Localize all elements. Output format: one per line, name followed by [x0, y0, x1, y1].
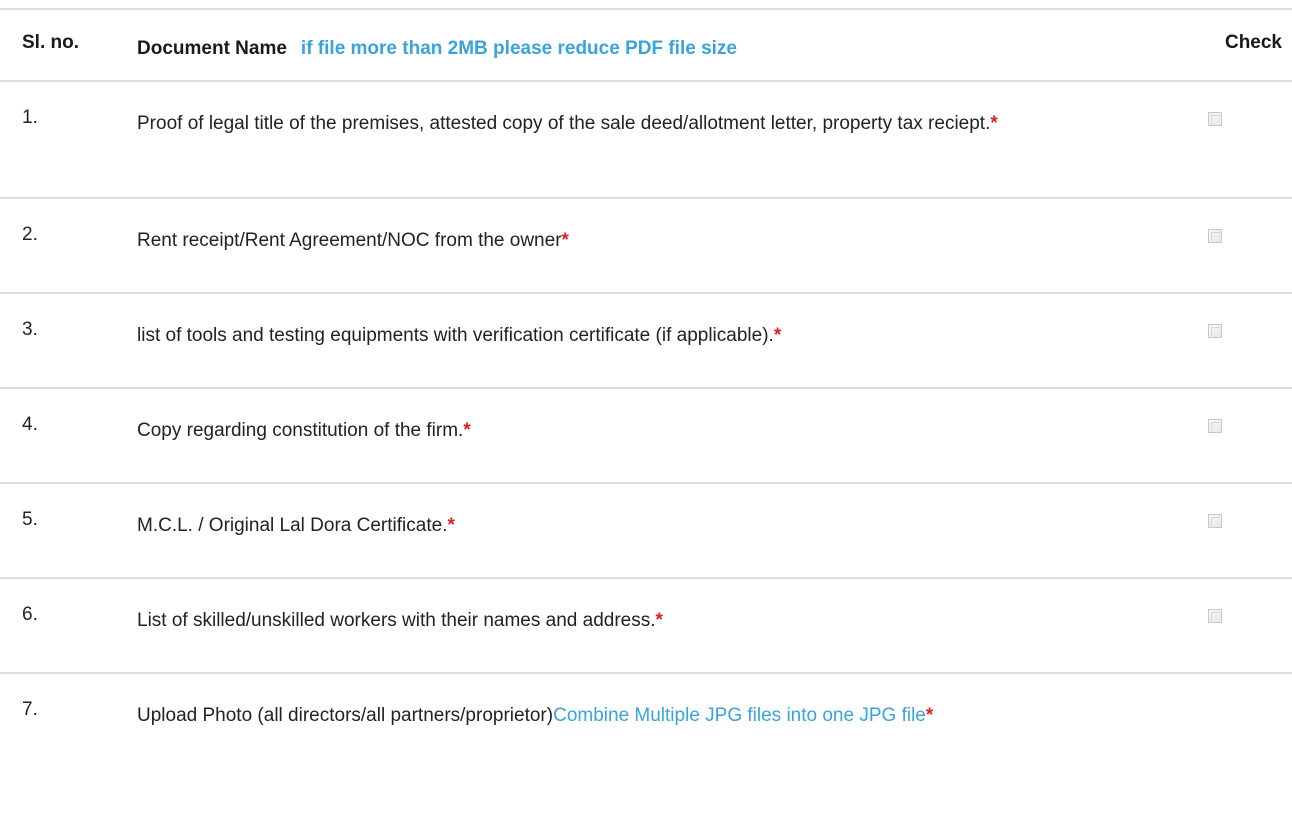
- required-marker: *: [990, 113, 998, 134]
- required-marker: *: [561, 230, 569, 251]
- required-marker: *: [925, 705, 934, 726]
- document-text: Upload Photo (all directors/all partners…: [137, 705, 554, 726]
- document-checkbox[interactable]: [1208, 229, 1222, 243]
- table-row: 5. M.C.L. / Original Lal Dora Certificat…: [0, 484, 1292, 579]
- required-marker: *: [773, 325, 782, 346]
- combine-jpg-link[interactable]: Combine Multiple JPG files into one JPG …: [553, 705, 926, 726]
- row-number: 6.: [22, 604, 38, 625]
- table-row: 7. Upload Photo (all directors/all partn…: [0, 674, 1292, 763]
- document-label: Upload Photo (all directors/all partners…: [137, 699, 1177, 733]
- header-document-name: Document Name if file more than 2MB pleas…: [137, 32, 1177, 66]
- row-number: 2.: [22, 224, 38, 245]
- row-number: 3.: [22, 319, 38, 340]
- row-number: 1.: [22, 107, 38, 128]
- required-marker: *: [463, 420, 471, 441]
- document-text: Rent receipt/Rent Agreement/NOC from the…: [137, 230, 562, 251]
- document-checkbox[interactable]: [1208, 419, 1222, 433]
- row-number: 5.: [22, 509, 38, 530]
- document-label: Proof of legal title of the premises, at…: [137, 107, 1177, 141]
- table-row: 3. list of tools and testing equipments …: [0, 294, 1292, 389]
- document-label: M.C.L. / Original Lal Dora Certificate.*: [137, 509, 1177, 543]
- document-text: List of skilled/unskilled workers with t…: [137, 610, 656, 631]
- document-checkbox[interactable]: [1208, 324, 1222, 338]
- table-row: 2. Rent receipt/Rent Agreement/NOC from …: [0, 199, 1292, 294]
- document-checkbox[interactable]: [1208, 514, 1222, 528]
- required-marker: *: [447, 515, 455, 536]
- table-row: 1. Proof of legal title of the premises,…: [0, 82, 1292, 199]
- document-checkbox[interactable]: [1208, 609, 1222, 623]
- document-checkbox[interactable]: [1208, 112, 1222, 126]
- header-sl-no: Sl. no.: [22, 32, 79, 53]
- row-number: 4.: [22, 414, 38, 435]
- document-label: Copy regarding constitution of the firm.…: [137, 414, 1177, 448]
- document-label: list of tools and testing equipments wit…: [137, 319, 1177, 353]
- row-number: 7.: [22, 699, 38, 720]
- documents-table: Sl. no. Document Name if file more than 2…: [0, 8, 1292, 763]
- table-row: 6. List of skilled/unskilled workers wit…: [0, 579, 1292, 674]
- document-label: List of skilled/unskilled workers with t…: [137, 604, 1177, 638]
- header-document-name-label: Document Name: [137, 38, 287, 59]
- document-text: Proof of legal title of the premises, at…: [137, 113, 991, 134]
- file-size-note: if file more than 2MB please reduce PDF …: [300, 38, 737, 59]
- document-label: Rent receipt/Rent Agreement/NOC from the…: [137, 224, 1177, 258]
- document-text: list of tools and testing equipments wit…: [137, 325, 774, 346]
- table-header-row: Sl. no. Document Name if file more than 2…: [0, 10, 1292, 82]
- header-check: Check: [1224, 32, 1282, 53]
- document-text: Copy regarding constitution of the firm.: [137, 420, 464, 441]
- document-text: M.C.L. / Original Lal Dora Certificate.: [137, 515, 448, 536]
- required-marker: *: [655, 610, 663, 631]
- table-row: 4. Copy regarding constitution of the fi…: [0, 389, 1292, 484]
